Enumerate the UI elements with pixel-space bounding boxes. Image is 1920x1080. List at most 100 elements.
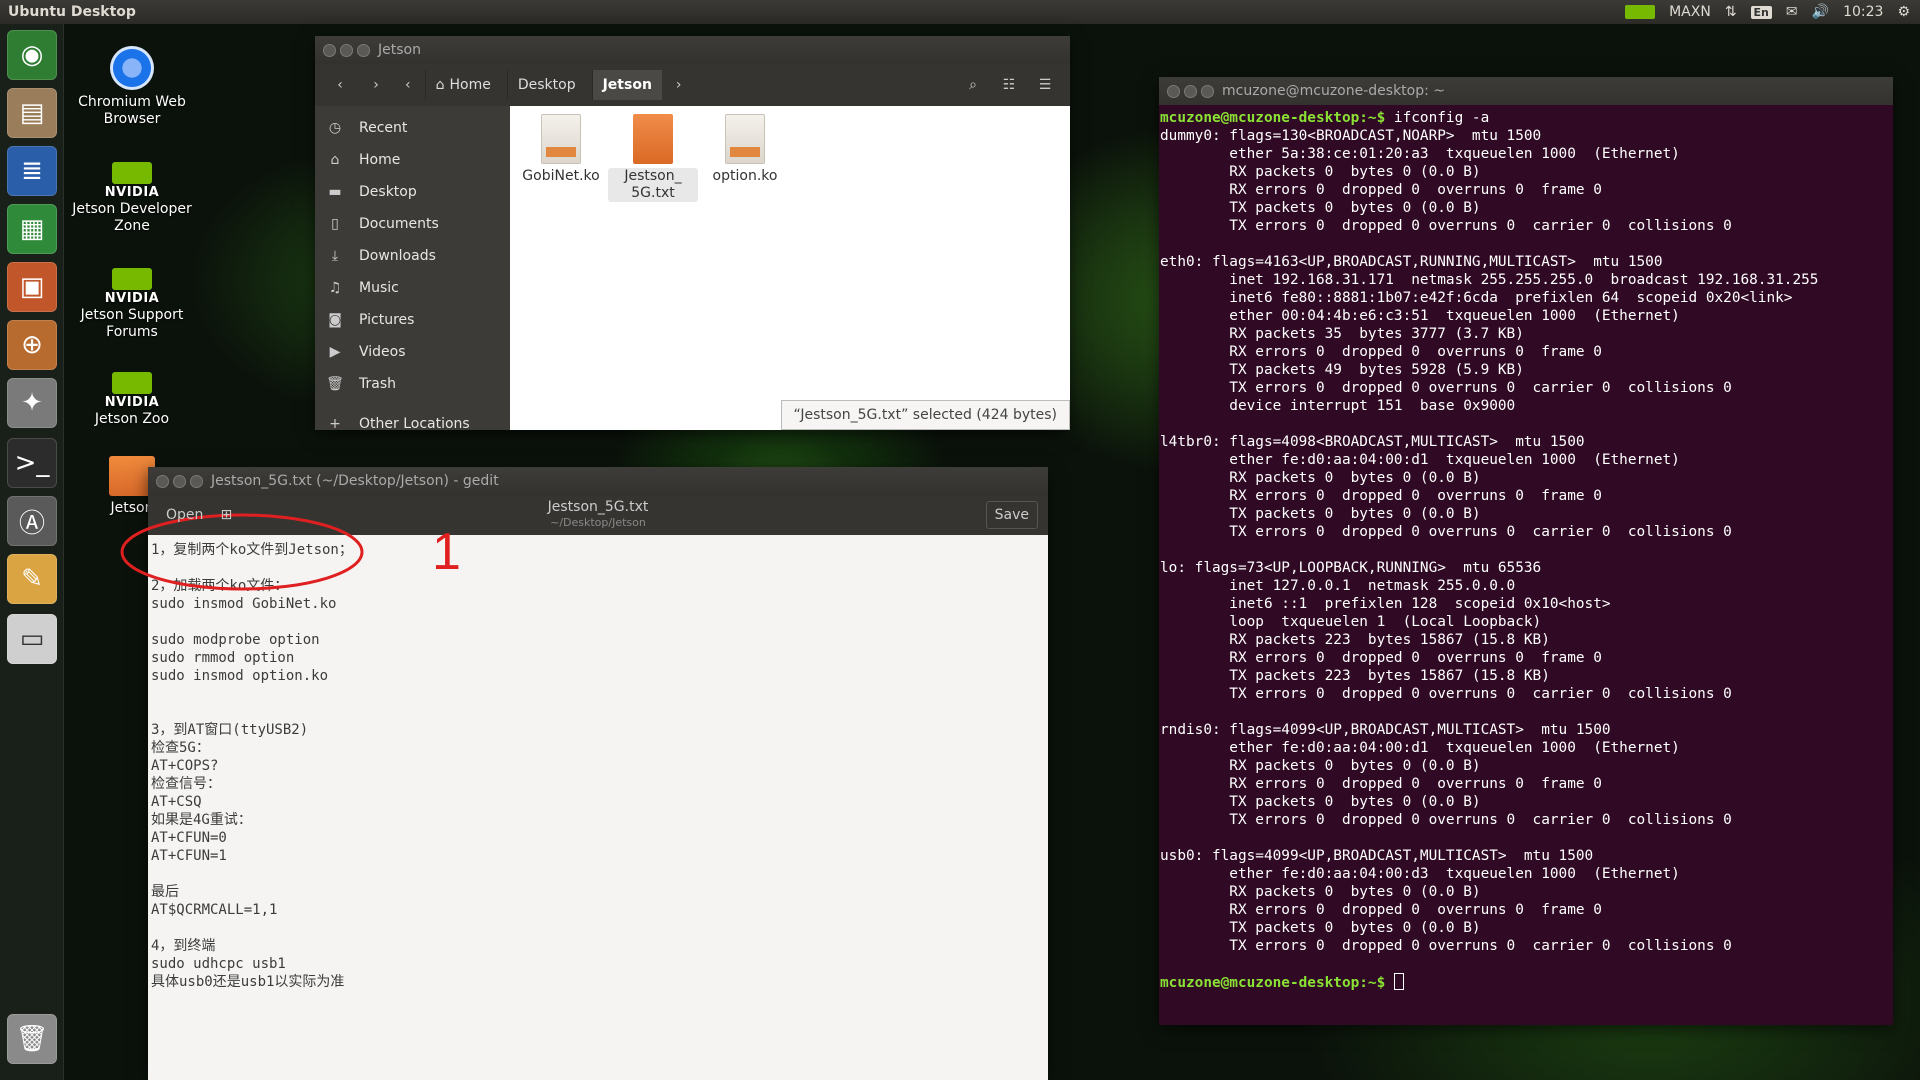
view-toggle-icon[interactable]: ☷ — [994, 71, 1024, 99]
impress-icon[interactable]: ▣ — [7, 262, 57, 312]
gedit-titlebar: Jestson_5G.txt (~/Desktop/Jetson) - gedi… — [148, 467, 1048, 495]
forward-icon[interactable]: › — [361, 71, 391, 99]
terminal-output-line: usb0: flags=4099<UP,BROADCAST,MULTICAST>… — [1160, 848, 1594, 864]
sidebar-label: Desktop — [359, 184, 417, 200]
gear-icon[interactable]: ⚙ — [1897, 4, 1910, 20]
editor-line: sudo rmmod option — [151, 650, 295, 666]
maximize-icon[interactable] — [190, 474, 203, 488]
desktop-icon-jetson-developer-zone[interactable]: NVIDIA Jetson Developer Zone — [72, 162, 192, 235]
file-view[interactable]: GobiNet.ko Jestson_ 5G.txt option.ko “Je… — [510, 106, 1070, 430]
system-settings-icon[interactable]: ✦ — [7, 378, 57, 428]
text-editor-icon[interactable]: ✎ — [7, 554, 57, 604]
software-center-icon[interactable]: ⊕ — [7, 320, 57, 370]
sidebar-label: Other Locations — [359, 416, 470, 432]
save-button[interactable]: Save — [985, 501, 1038, 529]
text-editor[interactable]: 1，复制两个ko文件到Jetson； 2，加载两个ko文件： sudo insmo… — [148, 535, 1048, 1080]
folder-icon: ▬ — [328, 184, 342, 200]
breadcrumb-desktop[interactable]: Desktop — [506, 70, 586, 100]
calc-icon[interactable]: ▦ — [7, 204, 57, 254]
editor-line: AT+CFUN=1 — [151, 848, 227, 864]
search-icon[interactable]: ⌕ — [958, 71, 988, 99]
sidebar-item-music[interactable]: ♫ Music — [315, 272, 510, 304]
sidebar-label: Music — [359, 280, 399, 296]
back-icon[interactable]: ‹ — [325, 71, 355, 99]
file-item[interactable]: GobiNet.ko — [516, 114, 606, 184]
drive-icon[interactable]: ▭ — [7, 614, 57, 664]
file-item[interactable]: Jestson_ 5G.txt — [608, 114, 698, 202]
network-icon[interactable]: ⇅ — [1725, 4, 1737, 20]
ubuntu-dash-icon[interactable]: ◉ — [7, 30, 57, 80]
path-left-icon[interactable]: ‹ — [397, 71, 419, 99]
sidebar-label: Videos — [359, 344, 406, 360]
nvidia-icon[interactable] — [1625, 5, 1656, 19]
keyboard-layout[interactable]: En — [1750, 5, 1772, 19]
files-body: ◷ Recent ⌂ Home ▬ Desktop ▯ Documents ⤓ Downl… — [315, 106, 1070, 432]
terminal-window: mcuzone@mcuzone-desktop: ~ mcuzone@mcuzo… — [1159, 77, 1893, 1025]
writer-icon[interactable]: ≣ — [7, 146, 57, 196]
sidebar-item-downloads[interactable]: ⤓ Downloads — [315, 240, 510, 272]
sidebar-item-home[interactable]: ⌂ Home — [315, 144, 510, 176]
editor-line: 如果是4G重试： — [151, 812, 252, 828]
prompt-line: mcuzone@mcuzone-desktop:~$ — [1160, 973, 1893, 992]
desktop-icon-chromium[interactable]: Chromium Web Browser — [72, 46, 192, 128]
terminal-output-line: RX errors 0 dropped 0 overruns 0 frame 0 — [1160, 902, 1602, 918]
desktop-icon-jetson-support-forums[interactable]: NVIDIA Jetson Support Forums — [72, 268, 192, 341]
sidebar-label: Home — [359, 152, 401, 168]
desktop-icon-label: Jetson Developer Zone — [72, 201, 192, 234]
text-file-icon — [633, 114, 673, 164]
open-button[interactable]: Open — [158, 501, 211, 529]
nvidia-logo-icon — [112, 268, 152, 290]
maximize-icon[interactable] — [1201, 84, 1214, 98]
close-icon[interactable] — [1167, 84, 1180, 98]
sidebar-item-trash[interactable]: 🗑 Trash — [315, 368, 510, 400]
trash-icon: 🗑 — [326, 376, 344, 392]
minimize-icon[interactable] — [340, 43, 353, 57]
mail-icon[interactable]: ✉ — [1786, 4, 1798, 20]
terminal-output-line: TX errors 0 dropped 0 overruns 0 carrier… — [1160, 218, 1732, 234]
brand-label: NVIDIA — [104, 395, 160, 410]
power-mode[interactable]: MAXN — [1669, 4, 1711, 20]
files-icon[interactable]: ▤ — [7, 88, 57, 138]
file-item[interactable]: option.ko — [700, 114, 790, 184]
terminal-output-line: TX errors 0 dropped 0 overruns 0 carrier… — [1160, 686, 1732, 702]
close-icon[interactable] — [156, 474, 169, 488]
clock[interactable]: 10:23 — [1843, 4, 1883, 20]
desktop-icon-jetson-zoo[interactable]: NVIDIA Jetson Zoo — [72, 372, 192, 428]
terminal-output-line: inet6 fe80::8881:1b07:e42f:6cda prefixle… — [1160, 290, 1793, 306]
trash-icon[interactable]: 🗑 — [7, 1014, 57, 1064]
new-document-icon[interactable]: ⊞ — [211, 501, 241, 529]
editor-line: AT+COPS? — [151, 758, 219, 774]
breadcrumb-jetson[interactable]: Jetson — [591, 70, 662, 100]
terminal-output-line: inet 192.168.31.171 netmask 255.255.255.… — [1160, 272, 1819, 288]
home-icon: ⌂ — [435, 77, 445, 93]
volume-icon[interactable]: 🔊 — [1812, 4, 1829, 20]
menu-icon[interactable]: ☰ — [1030, 71, 1060, 99]
breadcrumb-home[interactable]: ⌂ Home — [424, 70, 501, 100]
sidebar-item-pictures[interactable]: ◙ Pictures — [315, 304, 510, 336]
files-toolbar: ‹ › ‹ ⌂ Home Desktop Jetson › ⌕ ☷ ☰ — [315, 64, 1070, 106]
sidebar-item-recent[interactable]: ◷ Recent — [315, 112, 510, 144]
terminal-output-line: TX packets 0 bytes 0 (0.0 B) — [1160, 794, 1481, 810]
terminal-output-line: RX errors 0 dropped 0 overruns 0 frame 0 — [1160, 344, 1602, 360]
file-name: option.ko — [712, 168, 778, 184]
minimize-icon[interactable] — [1184, 84, 1197, 98]
sidebar-item-videos[interactable]: ▶ Videos — [315, 336, 510, 368]
terminal-output-line: TX errors 0 dropped 0 overruns 0 carrier… — [1160, 938, 1732, 954]
maximize-icon[interactable] — [357, 43, 370, 57]
close-icon[interactable] — [323, 43, 336, 57]
minimize-icon[interactable] — [173, 474, 186, 488]
camera-icon: ◙ — [328, 312, 342, 328]
sidebar-item-documents[interactable]: ▯ Documents — [315, 208, 510, 240]
terminal-output-line: eth0: flags=4163<UP,BROADCAST,RUNNING,MU… — [1160, 254, 1663, 270]
sidebar-item-desktop[interactable]: ▬ Desktop — [315, 176, 510, 208]
terminal-icon[interactable]: >_ — [7, 438, 57, 488]
terminal-content[interactable]: mcuzone@mcuzone-desktop:~$ ifconfig -a d… — [1159, 105, 1893, 1025]
sidebar-item-other-locations[interactable]: + Other Locations — [315, 408, 510, 440]
software-updater-icon[interactable]: Ⓐ — [7, 496, 57, 546]
command-line: mcuzone@mcuzone-desktop:~$ ifconfig -a — [1160, 109, 1893, 127]
path-right-icon[interactable]: › — [668, 71, 690, 99]
